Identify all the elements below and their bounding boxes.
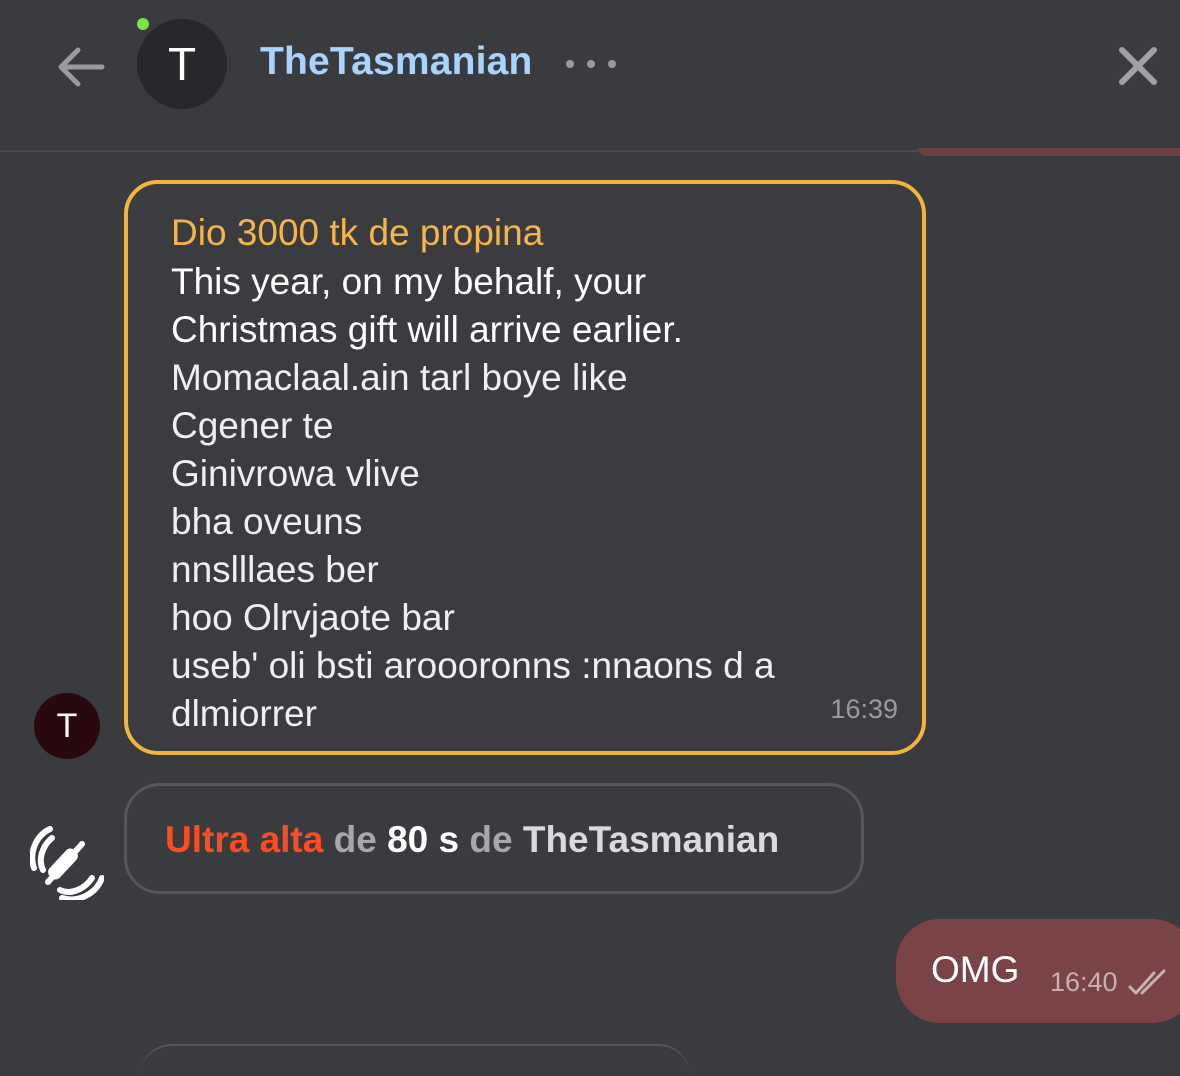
online-status-dot (137, 18, 149, 30)
message-line: nnslllaes ber (171, 549, 379, 590)
vibration-boost-icon (30, 826, 104, 900)
boost-duration: 80 s (387, 819, 460, 860)
boost-notice-text: Ultra alta de 80 s de TheTasmanian (165, 819, 779, 861)
boost-notice: Ultra alta de 80 s de TheTasmanian (124, 783, 864, 894)
own-message-bubble[interactable]: OMG 16:40 (896, 919, 1180, 1023)
message-line: Momaclaal.ain tarl boye like (171, 357, 628, 398)
boost-sender-name: TheTasmanian (522, 819, 780, 860)
own-message-text: OMG (931, 949, 1020, 990)
back-arrow-icon[interactable] (52, 40, 110, 94)
message-line: Ginivrowa vlive (171, 453, 420, 494)
next-message-edge (140, 1044, 690, 1076)
message-line: This year, on my behalf, your (171, 261, 647, 302)
tip-message-bubble[interactable]: Dio 3000 tk de propina This year, on my … (124, 180, 926, 755)
sender-avatar-initial: T (56, 707, 78, 745)
more-options-icon[interactable] (566, 54, 616, 74)
double-check-icon (1128, 969, 1166, 995)
tip-title: Dio 3000 tk de propina (171, 212, 544, 253)
message-line: hoo Olrvjaote bar (171, 597, 455, 638)
message-timestamp: 16:39 (830, 694, 898, 724)
boost-level: Ultra alta (165, 819, 324, 860)
message-line: useb' oli bsti aroooronns :nnaons d a (171, 645, 775, 686)
contact-avatar[interactable]: T (137, 19, 227, 109)
own-message-timestamp: 16:40 (1050, 967, 1118, 997)
chat-header: T TheTasmanian (0, 0, 1180, 152)
message-line: bha oveuns (171, 501, 363, 542)
contact-name[interactable]: TheTasmanian (260, 40, 533, 84)
message-line: Cgener te (171, 405, 334, 446)
boost-connector: de (333, 819, 377, 860)
boost-connector: de (469, 819, 513, 860)
message-line: dlmiorrer (171, 693, 317, 734)
tip-message-body: This year, on my behalf, your Christmas … (171, 258, 871, 738)
message-line: Christmas gift will arrive earlier. (171, 309, 683, 350)
contact-avatar-initial: T (167, 38, 197, 90)
sender-avatar[interactable]: T (34, 693, 100, 759)
header-accent-bar (918, 148, 1180, 156)
close-icon[interactable] (1112, 40, 1164, 92)
